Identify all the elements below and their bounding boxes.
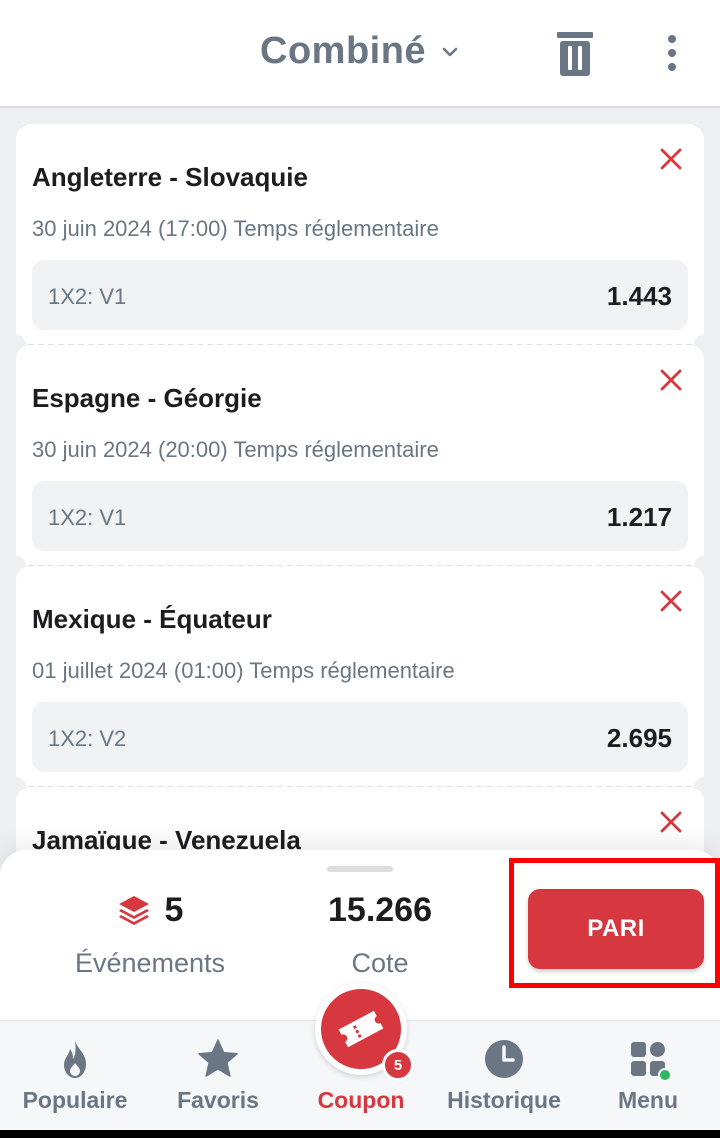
nav-item-populaire[interactable]: Populaire <box>3 1021 147 1131</box>
selection-odds: 2.695 <box>606 723 672 753</box>
app-header: Combiné <box>0 0 720 108</box>
match-name: Mexique - Équateur <box>32 604 272 634</box>
nav-item-historique[interactable]: Historique <box>432 1021 576 1131</box>
selection-odds: 1.217 <box>606 502 672 532</box>
kebab-menu-icon[interactable] <box>660 34 684 74</box>
selection-box: 1X2: V1 1.217 <box>32 481 688 551</box>
close-icon[interactable] <box>658 367 684 393</box>
nav-label: Historique <box>447 1087 561 1113</box>
place-bet-button[interactable]: PARI <box>528 889 704 969</box>
events-label: Événements <box>74 948 226 978</box>
nav-label: Coupon <box>317 1087 405 1113</box>
bet-card: Mexique - Équateur 01 juillet 2024 (01:0… <box>16 566 704 797</box>
bet-slip-list[interactable]: Angleterre - Slovaquie 30 juin 2024 (17:… <box>16 124 704 884</box>
system-navigation-bar <box>0 1130 720 1138</box>
page-title: Combiné <box>260 30 427 72</box>
drag-handle[interactable] <box>327 866 393 872</box>
coupon-count-badge: 5 <box>382 1049 414 1081</box>
chevron-down-icon <box>442 47 458 56</box>
match-name: Angleterre - Slovaquie <box>32 162 308 192</box>
close-icon[interactable] <box>658 809 684 835</box>
match-datetime: 30 juin 2024 (17:00) Temps réglementaire <box>32 216 439 241</box>
total-odds: 15.266 Cote <box>300 890 460 979</box>
match-name: Espagne - Géorgie <box>32 383 262 413</box>
nav-label: Menu <box>617 1087 679 1113</box>
market-label: 1X2: V2 <box>48 726 127 751</box>
market-label: 1X2: V1 <box>48 505 127 530</box>
events-summary: 5 Événements <box>60 890 240 979</box>
bet-card: Espagne - Géorgie 30 juin 2024 (20:00) T… <box>16 345 704 576</box>
match-datetime: 30 juin 2024 (20:00) Temps réglementaire <box>32 437 439 462</box>
selection-box: 1X2: V2 2.695 <box>32 702 688 772</box>
trash-icon[interactable] <box>556 30 594 78</box>
online-status-dot <box>658 1068 672 1082</box>
events-count: 5 <box>164 890 184 929</box>
close-icon[interactable] <box>658 146 684 172</box>
flame-icon <box>64 1040 86 1078</box>
bet-card: Angleterre - Slovaquie 30 juin 2024 (17:… <box>16 124 704 355</box>
nav-item-menu[interactable]: Menu <box>576 1021 720 1131</box>
total-odds-label: Cote <box>351 948 409 978</box>
selection-odds: 1.443 <box>606 281 672 311</box>
nav-label: Populaire <box>22 1087 128 1113</box>
close-icon[interactable] <box>658 588 684 614</box>
match-datetime: 01 juillet 2024 (01:00) Temps réglementa… <box>32 658 455 683</box>
bet-type-selector[interactable]: Combiné <box>260 30 460 73</box>
nav-item-favoris[interactable]: Favoris <box>146 1021 290 1131</box>
star-icon <box>198 1039 238 1077</box>
selection-box: 1X2: V1 1.443 <box>32 260 688 330</box>
market-label: 1X2: V1 <box>48 284 127 309</box>
layers-icon <box>118 896 149 925</box>
clock-icon <box>485 1040 523 1078</box>
total-odds-value: 15.266 <box>328 891 432 929</box>
ticket-icon <box>338 1010 384 1048</box>
nav-label: Favoris <box>177 1087 259 1113</box>
